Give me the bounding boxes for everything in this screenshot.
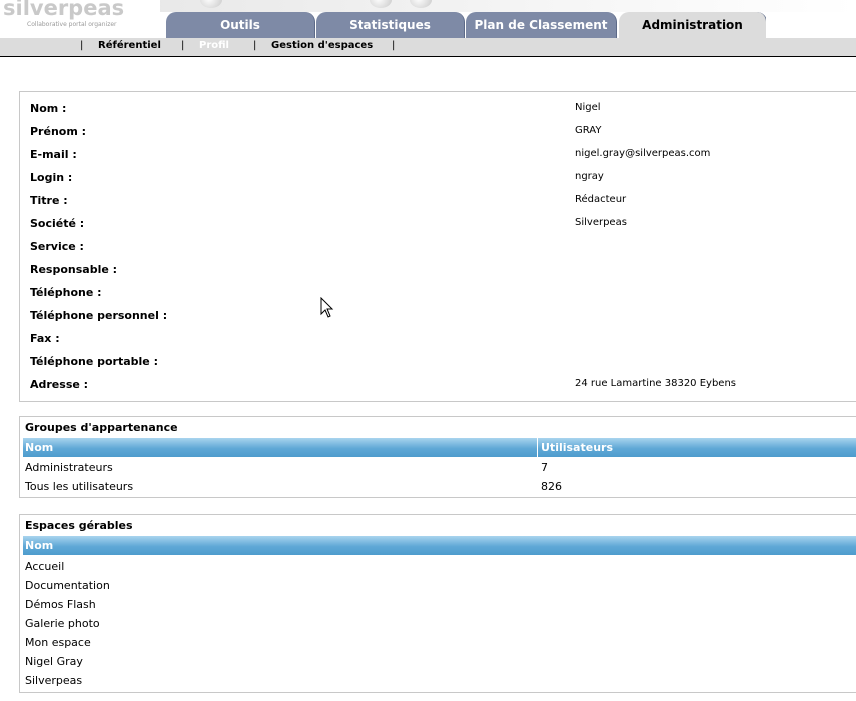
groups-panel: Groupes d'appartenance Nom Utilisateurs … bbox=[19, 416, 856, 498]
space-name: Documentation bbox=[25, 579, 110, 592]
sub-navigation: | Référentiel | Profil | Gestion d'espac… bbox=[0, 38, 856, 57]
profile-label: Téléphone : bbox=[30, 286, 102, 299]
profile-label: Login : bbox=[30, 171, 73, 184]
list-item[interactable]: Silverpeas bbox=[25, 674, 855, 693]
spaces-table-header: Nom bbox=[23, 536, 856, 555]
profile-row-telephone: Téléphone : bbox=[30, 286, 850, 302]
profile-row-login: Login : ngray bbox=[30, 171, 850, 187]
profile-value: Nigel bbox=[575, 102, 601, 113]
tab-bar-filler bbox=[766, 12, 856, 38]
column-separator bbox=[537, 438, 538, 457]
profile-row-adresse: Adresse : 24 rue Lamartine 38320 Eybens bbox=[30, 378, 850, 394]
space-name: Mon espace bbox=[25, 636, 91, 649]
profile-label: Téléphone portable : bbox=[30, 355, 158, 368]
mouse-cursor-icon bbox=[320, 297, 334, 318]
space-name: Accueil bbox=[25, 560, 65, 573]
profile-value: nigel.gray@silverpeas.com bbox=[575, 148, 711, 159]
profile-label: Service : bbox=[30, 240, 84, 253]
profile-label: E-mail : bbox=[30, 148, 77, 161]
column-header-nom[interactable]: Nom bbox=[25, 539, 53, 552]
tab-outils[interactable]: Outils bbox=[166, 12, 315, 38]
profile-label: Responsable : bbox=[30, 263, 118, 276]
profile-label: Téléphone personnel : bbox=[30, 309, 168, 322]
profile-row-societe: Société : Silverpeas bbox=[30, 217, 850, 233]
subnav-separator: | bbox=[253, 40, 257, 51]
profile-panel: Nom : Nigel Prénom : GRAY E-mail : nigel.gr… bbox=[19, 91, 856, 402]
profile-row-responsable: Responsable : bbox=[30, 263, 850, 279]
subnav-profil[interactable]: Profil bbox=[199, 40, 229, 51]
spaces-title: Espaces gérables bbox=[25, 519, 133, 532]
list-item[interactable]: Documentation bbox=[25, 579, 855, 598]
profile-label: Titre : bbox=[30, 194, 68, 207]
profile-row-email: E-mail : nigel.gray@silverpeas.com bbox=[30, 148, 850, 164]
tab-administration[interactable]: Administration bbox=[619, 12, 767, 38]
profile-label: Nom : bbox=[30, 102, 67, 115]
space-name: Démos Flash bbox=[25, 598, 96, 611]
space-name: Nigel Gray bbox=[25, 655, 83, 668]
column-header-nom[interactable]: Nom bbox=[25, 441, 53, 454]
subnav-gestion-espaces[interactable]: Gestion d'espaces bbox=[271, 40, 373, 51]
profile-value: Rédacteur bbox=[575, 194, 627, 205]
list-item[interactable]: Mon espace bbox=[25, 636, 855, 655]
column-header-utilisateurs[interactable]: Utilisateurs bbox=[541, 441, 613, 454]
list-item[interactable]: Accueil bbox=[25, 560, 855, 579]
subnav-separator: | bbox=[392, 40, 396, 51]
profile-value: 24 rue Lamartine 38320 Eybens bbox=[575, 378, 737, 389]
group-name: Tous les utilisateurs bbox=[25, 480, 134, 493]
profile-value: GRAY bbox=[575, 125, 602, 136]
decoration-ball-icon bbox=[410, 0, 432, 8]
group-users: 826 bbox=[541, 480, 562, 493]
profile-row-prenom: Prénom : GRAY bbox=[30, 125, 850, 141]
list-item[interactable]: Nigel Gray bbox=[25, 655, 855, 674]
header: silverpeas Collaborative portal organize… bbox=[0, 0, 856, 57]
subnav-separator: | bbox=[80, 40, 84, 51]
spaces-panel: Espaces gérables Nom Accueil Documentati… bbox=[19, 514, 856, 693]
groups-title: Groupes d'appartenance bbox=[25, 421, 178, 434]
profile-label: Prénom : bbox=[30, 125, 87, 138]
profile-label: Société : bbox=[30, 217, 85, 230]
tab-statistiques[interactable]: Statistiques bbox=[316, 12, 465, 38]
profile-row-telephone-portable: Téléphone portable : bbox=[30, 355, 850, 371]
space-name: Silverpeas bbox=[25, 674, 83, 687]
group-name: Administrateurs bbox=[25, 461, 113, 474]
profile-row-service: Service : bbox=[30, 240, 850, 256]
decoration-ball-icon bbox=[370, 0, 392, 8]
tab-plan-de-classement[interactable]: Plan de Classement bbox=[466, 12, 617, 38]
profile-label: Adresse : bbox=[30, 378, 89, 391]
profile-row-titre: Titre : Rédacteur bbox=[30, 194, 850, 210]
groups-table-header: Nom Utilisateurs bbox=[23, 438, 856, 457]
profile-row-telephone-personnel: Téléphone personnel : bbox=[30, 309, 850, 325]
list-item[interactable]: Démos Flash bbox=[25, 598, 855, 617]
profile-value: ngray bbox=[575, 171, 604, 182]
space-name: Galerie photo bbox=[25, 617, 100, 630]
table-row[interactable]: Tous les utilisateurs 826 bbox=[25, 480, 855, 499]
profile-row-nom: Nom : Nigel bbox=[30, 102, 850, 118]
group-users: 7 bbox=[541, 461, 548, 474]
header-decoration bbox=[140, 0, 856, 12]
subnav-separator: | bbox=[181, 40, 185, 51]
decoration-ball-icon bbox=[200, 0, 222, 8]
profile-value: Silverpeas bbox=[575, 217, 627, 228]
profile-row-fax: Fax : bbox=[30, 332, 850, 348]
subnav-referentiel[interactable]: Référentiel bbox=[98, 40, 161, 51]
profile-label: Fax : bbox=[30, 332, 60, 345]
main-tabs: Outils Statistiques Plan de Classement A… bbox=[0, 12, 856, 38]
list-item[interactable]: Galerie photo bbox=[25, 617, 855, 636]
table-row[interactable]: Administrateurs 7 bbox=[25, 461, 855, 480]
